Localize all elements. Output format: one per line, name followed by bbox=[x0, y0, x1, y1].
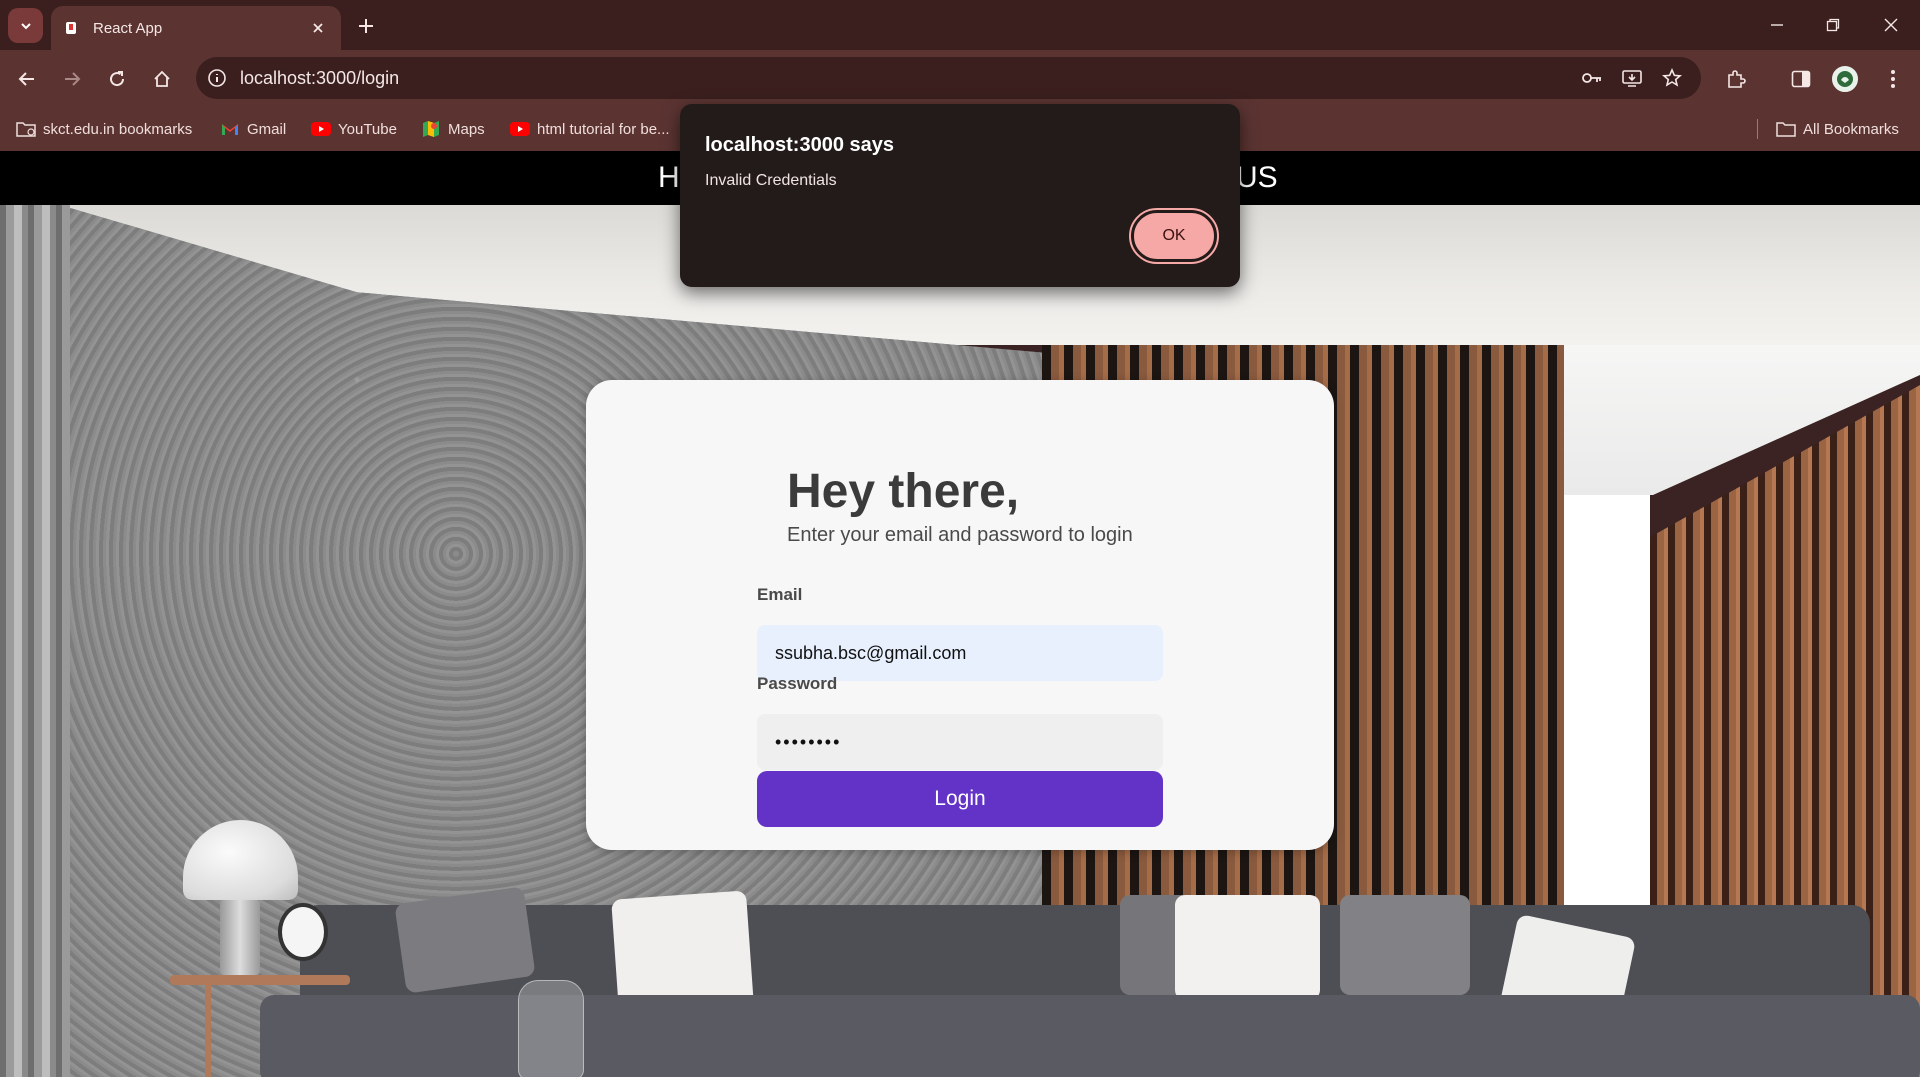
bookmark-skct[interactable]: skct.edu.in bookmarks bbox=[16, 117, 192, 141]
minimize-button[interactable] bbox=[1762, 10, 1792, 40]
login-card: Hey there, Enter your email and password… bbox=[586, 380, 1334, 850]
chevron-down-icon bbox=[20, 22, 31, 29]
new-tab-button[interactable] bbox=[352, 12, 380, 40]
tab-title: React App bbox=[93, 19, 163, 37]
tab-search-button[interactable] bbox=[8, 8, 43, 43]
gmail-icon bbox=[220, 120, 240, 138]
address-bar[interactable]: localhost:3000/login bbox=[196, 57, 1701, 99]
install-app-icon[interactable] bbox=[1617, 63, 1647, 93]
nav-link-contact-us[interactable]: US bbox=[1236, 161, 1278, 195]
bookmark-label: YouTube bbox=[338, 120, 397, 138]
all-bookmarks-label: All Bookmarks bbox=[1803, 120, 1899, 138]
bookmark-gmail[interactable]: Gmail bbox=[220, 117, 286, 141]
minimize-icon bbox=[1771, 24, 1783, 26]
bookmark-label: Gmail bbox=[247, 120, 287, 138]
login-heading: Hey there, bbox=[787, 465, 1020, 518]
pillow bbox=[1340, 895, 1470, 995]
tab-react-app[interactable]: React App bbox=[51, 6, 341, 50]
bookmark-maps[interactable]: Maps bbox=[421, 117, 485, 141]
close-icon bbox=[1884, 18, 1898, 32]
menu-button[interactable] bbox=[1876, 62, 1910, 96]
bookmarks-divider bbox=[1757, 119, 1758, 139]
home-button[interactable] bbox=[145, 62, 179, 96]
login-subtitle: Enter your email and password to login bbox=[787, 524, 1133, 546]
ok-button[interactable]: OK bbox=[1129, 208, 1219, 264]
bookmark-label: Maps bbox=[448, 120, 485, 138]
dialog-message: Invalid Credentials bbox=[705, 172, 837, 189]
pillow bbox=[1175, 895, 1320, 1000]
puzzle-icon bbox=[1728, 70, 1746, 88]
folder-icon bbox=[16, 120, 36, 138]
bookmark-html-tutorial[interactable]: html tutorial for be... bbox=[510, 117, 670, 141]
alarm-clock-icon bbox=[278, 903, 328, 961]
email-field[interactable]: ssubha.bsc@gmail.com bbox=[757, 625, 1163, 681]
close-tab-icon[interactable] bbox=[307, 17, 329, 39]
curtain bbox=[0, 205, 70, 1077]
reload-icon bbox=[110, 71, 125, 87]
password-label: Password bbox=[757, 674, 838, 693]
bookmark-label: html tutorial for be... bbox=[537, 120, 670, 138]
extensions-button[interactable] bbox=[1719, 62, 1753, 96]
reload-button[interactable] bbox=[100, 62, 134, 96]
bookmark-youtube[interactable]: YouTube bbox=[311, 117, 397, 141]
maps-icon bbox=[421, 120, 441, 138]
back-button[interactable] bbox=[10, 62, 44, 96]
sofa-seat bbox=[260, 995, 1920, 1077]
lamp-base bbox=[220, 900, 260, 975]
forward-arrow-icon bbox=[65, 72, 81, 86]
password-key-icon[interactable] bbox=[1577, 63, 1607, 93]
glass-vase bbox=[518, 980, 584, 1077]
close-window-button[interactable] bbox=[1876, 10, 1906, 40]
login-button[interactable]: Login bbox=[757, 771, 1163, 827]
forward-button[interactable] bbox=[55, 62, 89, 96]
youtube-icon bbox=[510, 120, 530, 138]
kebab-menu-icon bbox=[1891, 70, 1895, 88]
url-text[interactable]: localhost:3000/login bbox=[240, 68, 399, 89]
youtube-icon bbox=[311, 120, 331, 138]
profile-avatar[interactable] bbox=[1832, 66, 1858, 92]
pillow bbox=[394, 886, 536, 994]
plus-icon bbox=[359, 19, 373, 33]
bookmark-label: skct.edu.in bookmarks bbox=[43, 120, 193, 138]
alert-dialog: localhost:3000 says Invalid Credentials … bbox=[680, 104, 1240, 287]
email-label: Email bbox=[757, 585, 803, 604]
password-field[interactable]: •••••••• bbox=[757, 714, 1163, 770]
bookmark-star-icon[interactable] bbox=[1657, 63, 1687, 93]
back-arrow-icon bbox=[18, 72, 34, 86]
side-table-leg bbox=[205, 985, 211, 1077]
nav-link-home[interactable]: H bbox=[658, 161, 680, 195]
restore-button[interactable] bbox=[1818, 10, 1848, 40]
tab-bar: React App bbox=[0, 0, 1920, 50]
side-table bbox=[170, 975, 350, 985]
dialog-title: localhost:3000 says bbox=[705, 134, 894, 156]
browser-toolbar: localhost:3000/login bbox=[0, 50, 1920, 107]
folder-icon bbox=[1776, 120, 1796, 138]
profile-icon bbox=[1837, 71, 1853, 87]
react-favicon-icon bbox=[63, 20, 79, 36]
home-icon bbox=[154, 70, 170, 87]
side-panel-icon bbox=[1791, 70, 1811, 88]
page-viewport: H US Hey there, Enter your email and pas… bbox=[0, 151, 1920, 1077]
all-bookmarks-button[interactable]: All Bookmarks bbox=[1776, 117, 1899, 141]
side-panel-button[interactable] bbox=[1784, 62, 1818, 96]
site-info-icon[interactable] bbox=[196, 57, 238, 99]
restore-icon bbox=[1826, 18, 1840, 32]
